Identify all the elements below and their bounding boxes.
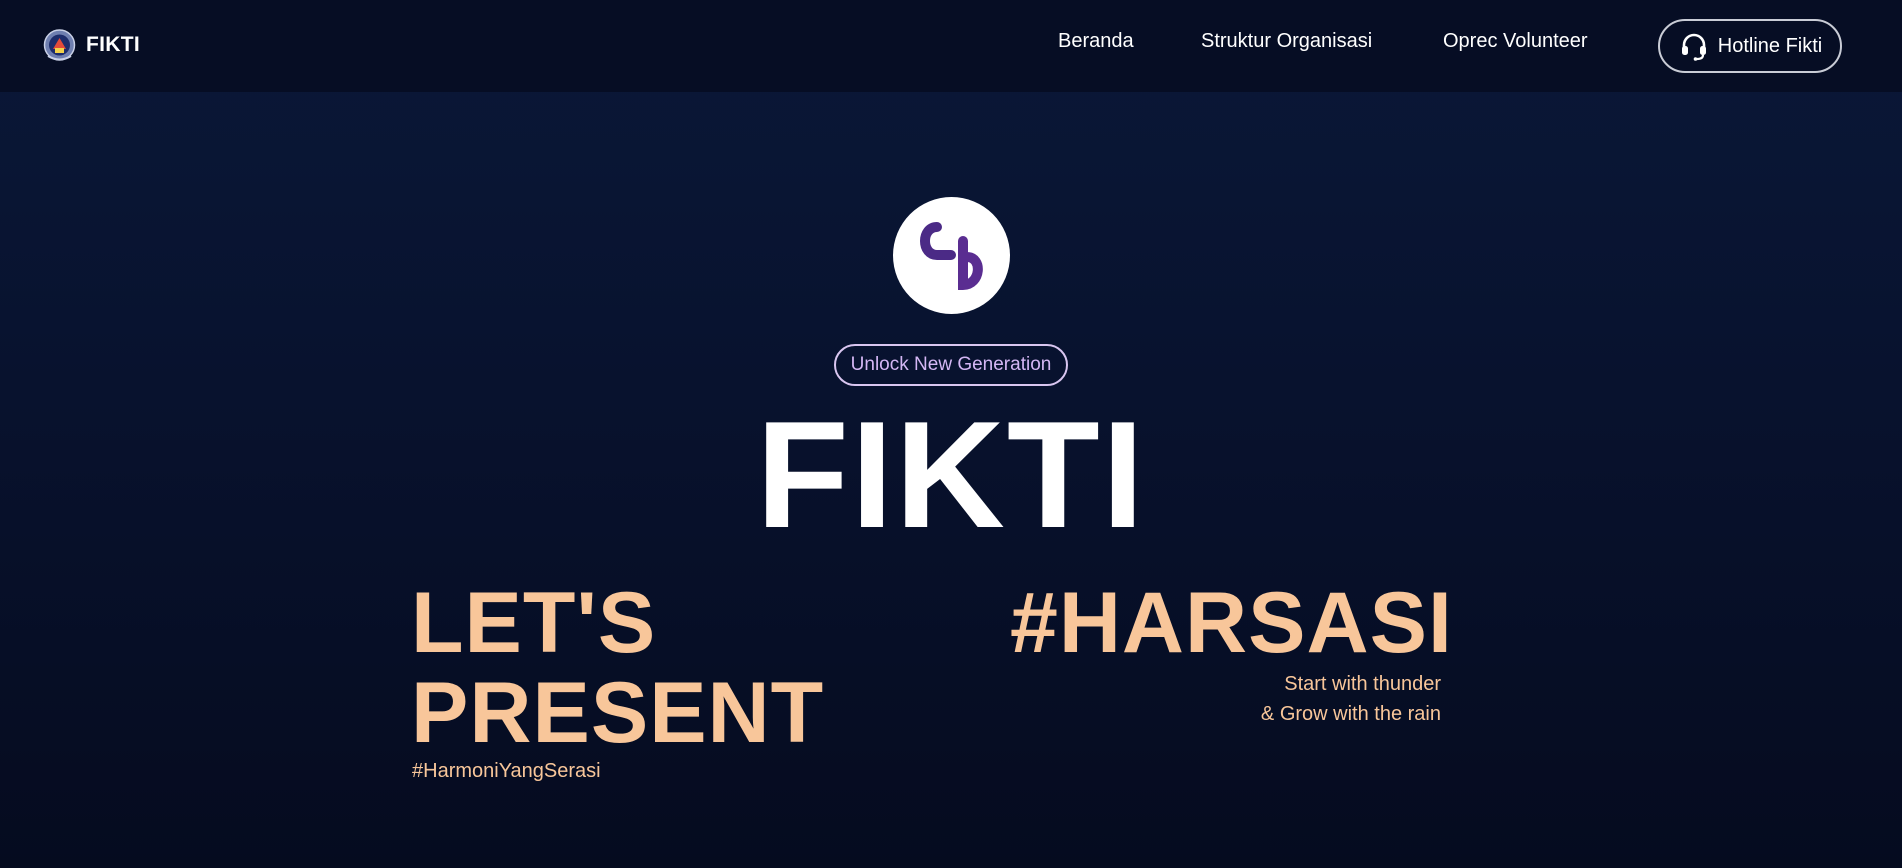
harmoni-hashtag: #HarmoniYangSerasi [412,760,601,782]
harsasi-heading: #HARSASI [1010,575,1453,671]
harsasi-tagline: Start with thunder & Grow with the rain [1261,669,1441,729]
brand-name: FIKTI [86,33,140,56]
hero-title: FIKTI [756,390,1146,560]
lets-present-line-1: LET'S [411,575,657,671]
lets-present-heading: LET'S PRESENT [411,578,824,758]
nav-link-struktur-organisasi[interactable]: Struktur Organisasi [1201,30,1372,53]
lets-present-line-2: PRESENT [411,665,825,761]
headset-icon [1681,33,1706,61]
university-crest-icon [43,29,76,61]
tagline-badge-text: Unlock New Generation [850,354,1052,375]
nav-link-oprec-volunteer[interactable]: Oprec Volunteer [1443,30,1588,53]
tagline-badge: Unlock New Generation [834,344,1068,386]
hotline-button[interactable]: Hotline Fikti [1658,19,1842,73]
brand[interactable]: FIKTI [43,26,140,64]
hero-logo [893,197,1010,314]
tagline-line-2: & Grow with the rain [1260,703,1441,725]
harsasi-logo-icon [919,219,983,290]
navbar: FIKTI Beranda Struktur Organisasi Oprec … [0,0,1902,92]
nav-link-beranda[interactable]: Beranda [1058,30,1134,53]
hotline-label: Hotline Fikti [1717,34,1823,57]
tagline-line-1: Start with thunder [1284,673,1441,695]
